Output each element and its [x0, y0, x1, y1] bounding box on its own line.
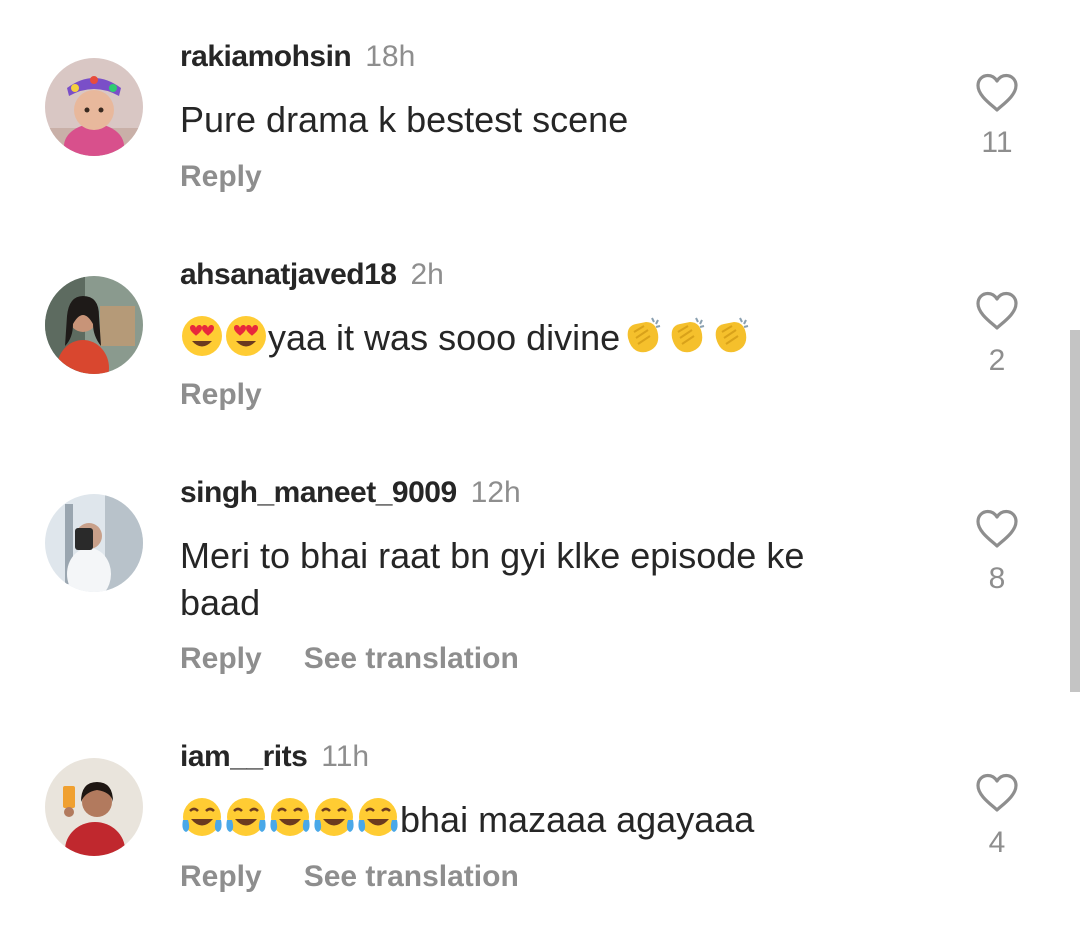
- reply-button[interactable]: Reply: [180, 860, 262, 894]
- like-count: 8: [988, 562, 1006, 595]
- timestamp: 2h: [410, 258, 444, 291]
- like-count: 4: [988, 826, 1006, 859]
- clapping-hands-emoji: [664, 314, 708, 358]
- tears-of-joy-emoji: [356, 796, 400, 840]
- see-translation-button[interactable]: See translation: [304, 860, 519, 894]
- like-button[interactable]: 8: [974, 508, 1020, 596]
- comment-text: Pure drama k bestest scene: [180, 96, 880, 143]
- heart-eyes-emoji: [180, 314, 224, 358]
- scrollbar[interactable]: [1070, 330, 1080, 692]
- username[interactable]: singh_maneet_9009: [180, 476, 457, 509]
- avatar[interactable]: [45, 58, 143, 156]
- heart-icon: [976, 291, 1018, 330]
- clapping-hands-emoji: [620, 314, 664, 358]
- comment-text-body: yaa it was sooo divine: [268, 317, 621, 358]
- avatar[interactable]: [45, 276, 143, 374]
- heart-icon: [976, 773, 1018, 812]
- comment-text: Meri to bhai raat bn gyi klke episode ke…: [180, 532, 880, 626]
- tears-of-joy-emoji: [224, 796, 268, 840]
- like-count: 2: [988, 344, 1006, 377]
- avatar[interactable]: [45, 494, 143, 592]
- like-button[interactable]: 2: [974, 290, 1020, 378]
- username[interactable]: rakiamohsin: [180, 40, 352, 73]
- comment-text-body: Meri to bhai raat bn gyi klke episode ke…: [180, 535, 805, 623]
- comment-text-body: bhai mazaaa agayaaa: [400, 799, 755, 840]
- reply-button[interactable]: Reply: [180, 160, 262, 194]
- reply-button[interactable]: Reply: [180, 642, 262, 676]
- tears-of-joy-emoji: [312, 796, 356, 840]
- username[interactable]: ahsanatjaved18: [180, 258, 397, 291]
- comment-text: yaa it was sooo divine: [180, 314, 880, 361]
- reply-button[interactable]: Reply: [180, 378, 262, 412]
- timestamp: 12h: [470, 476, 521, 509]
- tears-of-joy-emoji: [180, 796, 224, 840]
- username[interactable]: iam__rits: [180, 740, 308, 773]
- clapping-hands-emoji: [708, 314, 752, 358]
- like-button[interactable]: 11: [974, 72, 1020, 160]
- timestamp: 11h: [321, 740, 370, 773]
- like-count: 11: [981, 126, 1013, 159]
- comments-list: rakiamohsin 18h Pure drama k bestest scen…: [0, 0, 1080, 925]
- comment-text-body: Pure drama k bestest scene: [180, 99, 629, 140]
- tears-of-joy-emoji: [268, 796, 312, 840]
- comment-text: bhai mazaaa agayaaa: [180, 796, 880, 843]
- heart-icon: [976, 73, 1018, 112]
- like-button[interactable]: 4: [974, 772, 1020, 860]
- timestamp: 18h: [365, 40, 416, 73]
- avatar[interactable]: [45, 758, 143, 856]
- heart-eyes-emoji: [224, 314, 268, 358]
- heart-icon: [976, 509, 1018, 548]
- see-translation-button[interactable]: See translation: [304, 642, 519, 676]
